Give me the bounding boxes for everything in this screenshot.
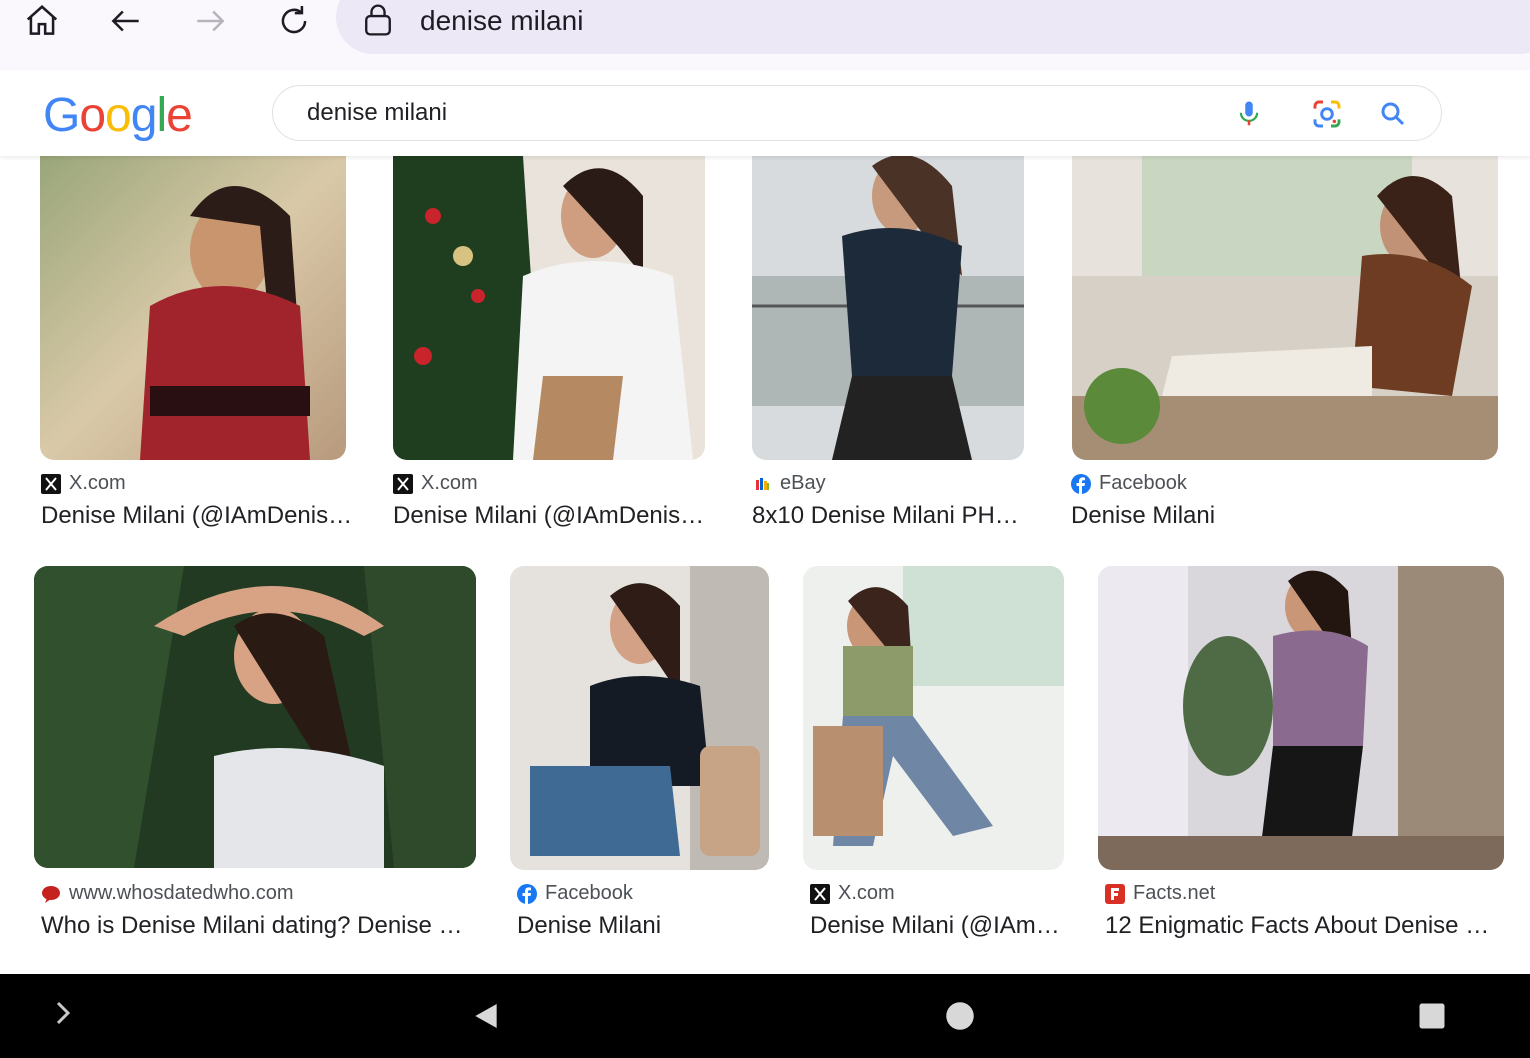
result-source[interactable]: www.whosdatedwho.com	[41, 882, 294, 905]
result-source[interactable]: Facebook	[517, 882, 633, 905]
logo-letter: g	[130, 89, 158, 142]
logo-letter: o	[79, 89, 106, 142]
result-source[interactable]: X.com	[810, 882, 895, 905]
result-thumbnail[interactable]	[1098, 566, 1504, 870]
back-icon[interactable]	[96, 0, 156, 42]
facebook-icon	[517, 883, 537, 904]
result-title[interactable]: 8x10 Denise Milani PH…	[752, 502, 1024, 530]
result-source[interactable]: Facebook	[1071, 472, 1187, 495]
result-source[interactable]: eBay	[752, 472, 826, 495]
x-icon	[810, 883, 830, 904]
result-thumbnail[interactable]	[1072, 156, 1498, 460]
result-thumbnail[interactable]	[510, 566, 769, 870]
recents-square-icon[interactable]	[1414, 998, 1450, 1034]
source-label: X.com	[421, 472, 478, 494]
result-title[interactable]: Denise Milani (@IAmDenis…	[41, 502, 353, 530]
source-label: Facebook	[1099, 472, 1187, 494]
factsnet-icon	[1105, 883, 1125, 904]
back-triangle-icon[interactable]	[468, 998, 504, 1034]
search-icon[interactable]	[1375, 96, 1411, 132]
search-box[interactable]: denise milani	[272, 85, 1442, 141]
ebay-icon	[752, 474, 772, 494]
facebook-icon	[1071, 473, 1091, 494]
home-icon[interactable]	[12, 0, 72, 42]
home-circle-icon[interactable]	[942, 998, 978, 1034]
google-header: Google denise milani	[0, 70, 1530, 156]
android-nav-bar	[0, 974, 1530, 1058]
result-source[interactable]: Facts.net	[1105, 882, 1215, 905]
result-source[interactable]: X.com	[393, 472, 478, 495]
lock-icon	[362, 3, 394, 37]
url-text[interactable]: denise milani	[420, 2, 583, 40]
mic-icon[interactable]	[1231, 96, 1267, 132]
logo-letter: l	[156, 89, 167, 142]
result-title[interactable]: 12 Enigmatic Facts About Denise …	[1105, 912, 1505, 940]
result-source[interactable]: X.com	[41, 472, 126, 495]
source-label: X.com	[69, 472, 126, 494]
image-results-grid: X.com Denise Milani (@IAmDenis… X.com De…	[0, 156, 1530, 974]
result-title[interactable]: Denise Milani	[517, 912, 769, 940]
logo-letter: e	[166, 89, 193, 142]
expand-icon[interactable]	[46, 996, 80, 1030]
logo-letter: G	[43, 89, 80, 142]
x-icon	[41, 473, 61, 494]
source-label: eBay	[780, 472, 826, 494]
lens-icon[interactable]	[1309, 96, 1345, 132]
source-label: www.whosdatedwho.com	[69, 882, 294, 904]
logo-letter: o	[105, 89, 132, 142]
whosdatedwho-icon	[41, 884, 61, 904]
result-title[interactable]: Who is Denise Milani dating? Denise …	[41, 912, 471, 940]
result-thumbnail[interactable]	[393, 156, 705, 460]
x-icon	[393, 473, 413, 494]
result-thumbnail[interactable]	[803, 566, 1064, 870]
result-title[interactable]: Denise Milani (@IAmDenis…	[393, 502, 705, 530]
source-label: X.com	[838, 882, 895, 904]
result-title[interactable]: Denise Milani (@IAm…	[810, 912, 1062, 940]
result-thumbnail[interactable]	[40, 156, 346, 460]
result-thumbnail[interactable]	[34, 566, 476, 868]
source-label: Facts.net	[1133, 882, 1216, 904]
search-input[interactable]: denise milani	[307, 99, 447, 127]
result-thumbnail[interactable]	[752, 156, 1024, 460]
result-title[interactable]: Denise Milani	[1071, 502, 1497, 530]
browser-toolbar: denise milani	[0, 0, 1530, 70]
google-logo[interactable]: Google	[43, 88, 193, 143]
reload-icon[interactable]	[264, 0, 324, 42]
forward-icon[interactable]	[180, 0, 240, 42]
source-label: Facebook	[545, 882, 633, 904]
